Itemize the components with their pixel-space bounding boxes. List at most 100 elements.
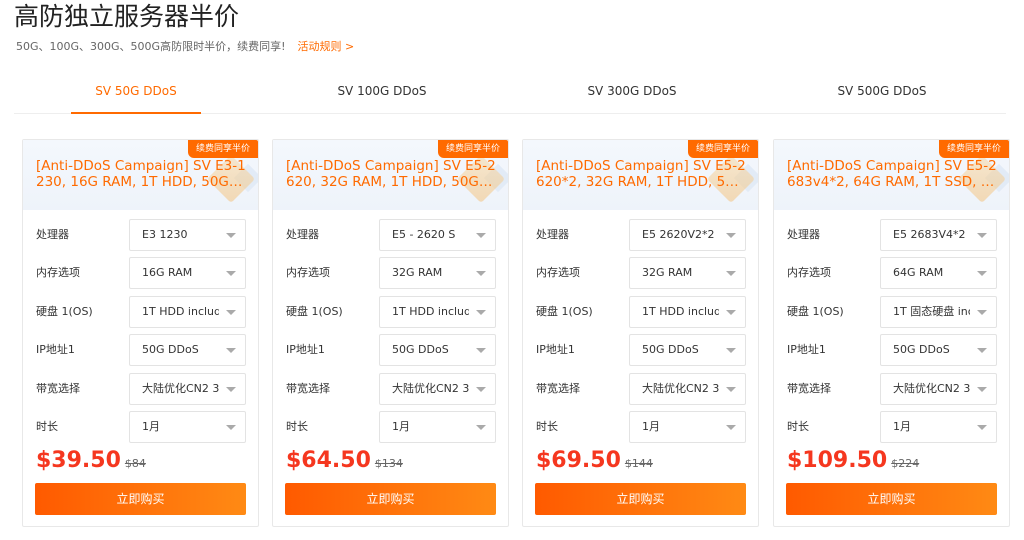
chevron-down-icon (476, 233, 486, 238)
option-row: 内存选项 32G RAM (273, 257, 508, 289)
option-label: 处理器 (36, 228, 69, 241)
option-label: 内存选项 (286, 266, 330, 279)
option-select[interactable]: 大陆优化CN2 30M (629, 373, 746, 405)
option-select[interactable]: 1T 固态硬盘 inc (880, 296, 997, 328)
option-label: 时长 (536, 420, 558, 433)
chevron-down-icon (226, 387, 236, 392)
option-row: 内存选项 64G RAM (774, 257, 1009, 289)
card-header: 续费同享半价 [Anti-DDoS Campaign] SV E5-2620*2,… (523, 140, 758, 210)
original-price: $224 (891, 457, 920, 470)
chevron-down-icon (726, 425, 736, 430)
product-title[interactable]: [Anti-DDoS Campaign] SV E3-1230, 16G RAM… (36, 158, 246, 190)
option-value: 32G RAM (642, 266, 693, 279)
buy-now-button[interactable]: 立即购买 (35, 483, 246, 515)
chevron-down-icon (977, 387, 987, 392)
chevron-down-icon (726, 310, 736, 315)
option-select[interactable]: 1T HDD include (129, 296, 246, 328)
option-label: 带宽选择 (36, 382, 80, 395)
option-select[interactable]: 16G RAM (129, 257, 246, 289)
option-label: 带宽选择 (787, 382, 831, 395)
renewal-badge: 续费同享半价 (437, 140, 508, 158)
option-row: 内存选项 16G RAM (23, 257, 258, 289)
option-select[interactable]: 50G DDoS (880, 334, 997, 366)
option-label: 硬盘 1(OS) (286, 305, 343, 318)
option-value: E5 2620V2*2 (642, 228, 715, 241)
chevron-down-icon (726, 233, 736, 238)
option-value: 50G DDoS (142, 343, 199, 356)
product-card: 续费同享半价 [Anti-DDoS Campaign] SV E5-2620*2,… (522, 139, 759, 527)
option-select[interactable]: E5 2683V4*2 (880, 219, 997, 251)
option-value: E5 2683V4*2 (893, 228, 966, 241)
product-title[interactable]: [Anti-DDoS Campaign] SV E5-2683v4*2, 64G… (787, 158, 997, 190)
chevron-down-icon (726, 271, 736, 276)
option-label: 带宽选择 (286, 382, 330, 395)
option-select[interactable]: 50G DDoS (129, 334, 246, 366)
option-select[interactable]: 1月 (880, 411, 997, 443)
option-value: 大陆优化CN2 30M (392, 382, 469, 395)
option-select[interactable]: 1T HDD include (629, 296, 746, 328)
option-label: 带宽选择 (536, 382, 580, 395)
option-row: 时长 1月 (273, 411, 508, 443)
chevron-down-icon (226, 233, 236, 238)
option-value: 1月 (392, 420, 410, 433)
subtitle-text: 50G、100G、300G、500G高防限时半价，续费同享! (16, 40, 286, 53)
option-select[interactable]: 32G RAM (629, 257, 746, 289)
option-select[interactable]: 大陆优化CN2 30M (129, 373, 246, 405)
option-select[interactable]: 32G RAM (379, 257, 496, 289)
option-label: 时长 (36, 420, 58, 433)
option-select[interactable]: 1T HDD include (379, 296, 496, 328)
price: $109.50 (787, 448, 888, 473)
option-value: 1T HDD include (642, 305, 719, 318)
page-title: 高防独立服务器半价 (14, 2, 240, 31)
option-value: 1T HDD include (392, 305, 469, 318)
buy-now-button[interactable]: 立即购买 (535, 483, 746, 515)
product-title[interactable]: [Anti-DDoS Campaign] SV E5-2620*2, 32G R… (536, 158, 746, 190)
tab-sv-50g-ddos[interactable]: SV 50G DDoS (71, 74, 201, 114)
option-row: 带宽选择 大陆优化CN2 30M (523, 373, 758, 405)
card-header: 续费同享半价 [Anti-DDoS Campaign] SV E5-2620, 3… (273, 140, 508, 210)
card-header: 续费同享半价 [Anti-DDoS Campaign] SV E3-1230, 1… (23, 140, 258, 210)
option-select[interactable]: 大陆优化CN2 30M (379, 373, 496, 405)
tab-sv-500g-ddos[interactable]: SV 500G DDoS (817, 74, 947, 114)
chevron-down-icon (476, 310, 486, 315)
option-row: IP地址1 50G DDoS (774, 334, 1009, 366)
option-row: 硬盘 1(OS) 1T HDD include (23, 296, 258, 328)
option-label: 硬盘 1(OS) (36, 305, 93, 318)
option-select[interactable]: 1月 (129, 411, 246, 443)
option-value: E3 1230 (142, 228, 188, 241)
original-price: $84 (124, 457, 146, 470)
page-subtitle: 50G、100G、300G、500G高防限时半价，续费同享! 活动规则 > (16, 39, 354, 55)
option-value: 50G DDoS (392, 343, 449, 356)
option-value: 1月 (642, 420, 660, 433)
tab-sv-100g-ddos[interactable]: SV 100G DDoS (317, 74, 447, 114)
option-row: 硬盘 1(OS) 1T HDD include (273, 296, 508, 328)
product-title[interactable]: [Anti-DDoS Campaign] SV E5-2620, 32G RAM… (286, 158, 496, 190)
chevron-down-icon (226, 348, 236, 353)
option-select[interactable]: 大陆优化CN2 30M (880, 373, 997, 405)
option-select[interactable]: 64G RAM (880, 257, 997, 289)
option-label: 硬盘 1(OS) (787, 305, 844, 318)
chevron-down-icon (977, 348, 987, 353)
option-label: 时长 (286, 420, 308, 433)
option-select[interactable]: E5 - 2620 S (379, 219, 496, 251)
original-price: $134 (374, 457, 403, 470)
rules-link[interactable]: 活动规则 > (298, 40, 355, 53)
option-label: 硬盘 1(OS) (536, 305, 593, 318)
option-select[interactable]: E3 1230 (129, 219, 246, 251)
option-value: 大陆优化CN2 30M (142, 382, 219, 395)
option-select[interactable]: 1月 (379, 411, 496, 443)
tab-sv-300g-ddos[interactable]: SV 300G DDoS (567, 74, 697, 114)
option-value: 1T 固态硬盘 inc (893, 305, 970, 318)
tab-bar: SV 50G DDoS SV 100G DDoS SV 300G DDoS SV… (14, 74, 1006, 114)
buy-now-button[interactable]: 立即购买 (285, 483, 496, 515)
option-select[interactable]: 50G DDoS (629, 334, 746, 366)
option-select[interactable]: E5 2620V2*2 (629, 219, 746, 251)
buy-now-button[interactable]: 立即购买 (786, 483, 997, 515)
option-select[interactable]: 1月 (629, 411, 746, 443)
chevron-down-icon (226, 425, 236, 430)
option-row: 带宽选择 大陆优化CN2 30M (23, 373, 258, 405)
option-row: 时长 1月 (774, 411, 1009, 443)
option-select[interactable]: 50G DDoS (379, 334, 496, 366)
option-value: 大陆优化CN2 30M (642, 382, 719, 395)
price: $39.50 (36, 448, 121, 473)
